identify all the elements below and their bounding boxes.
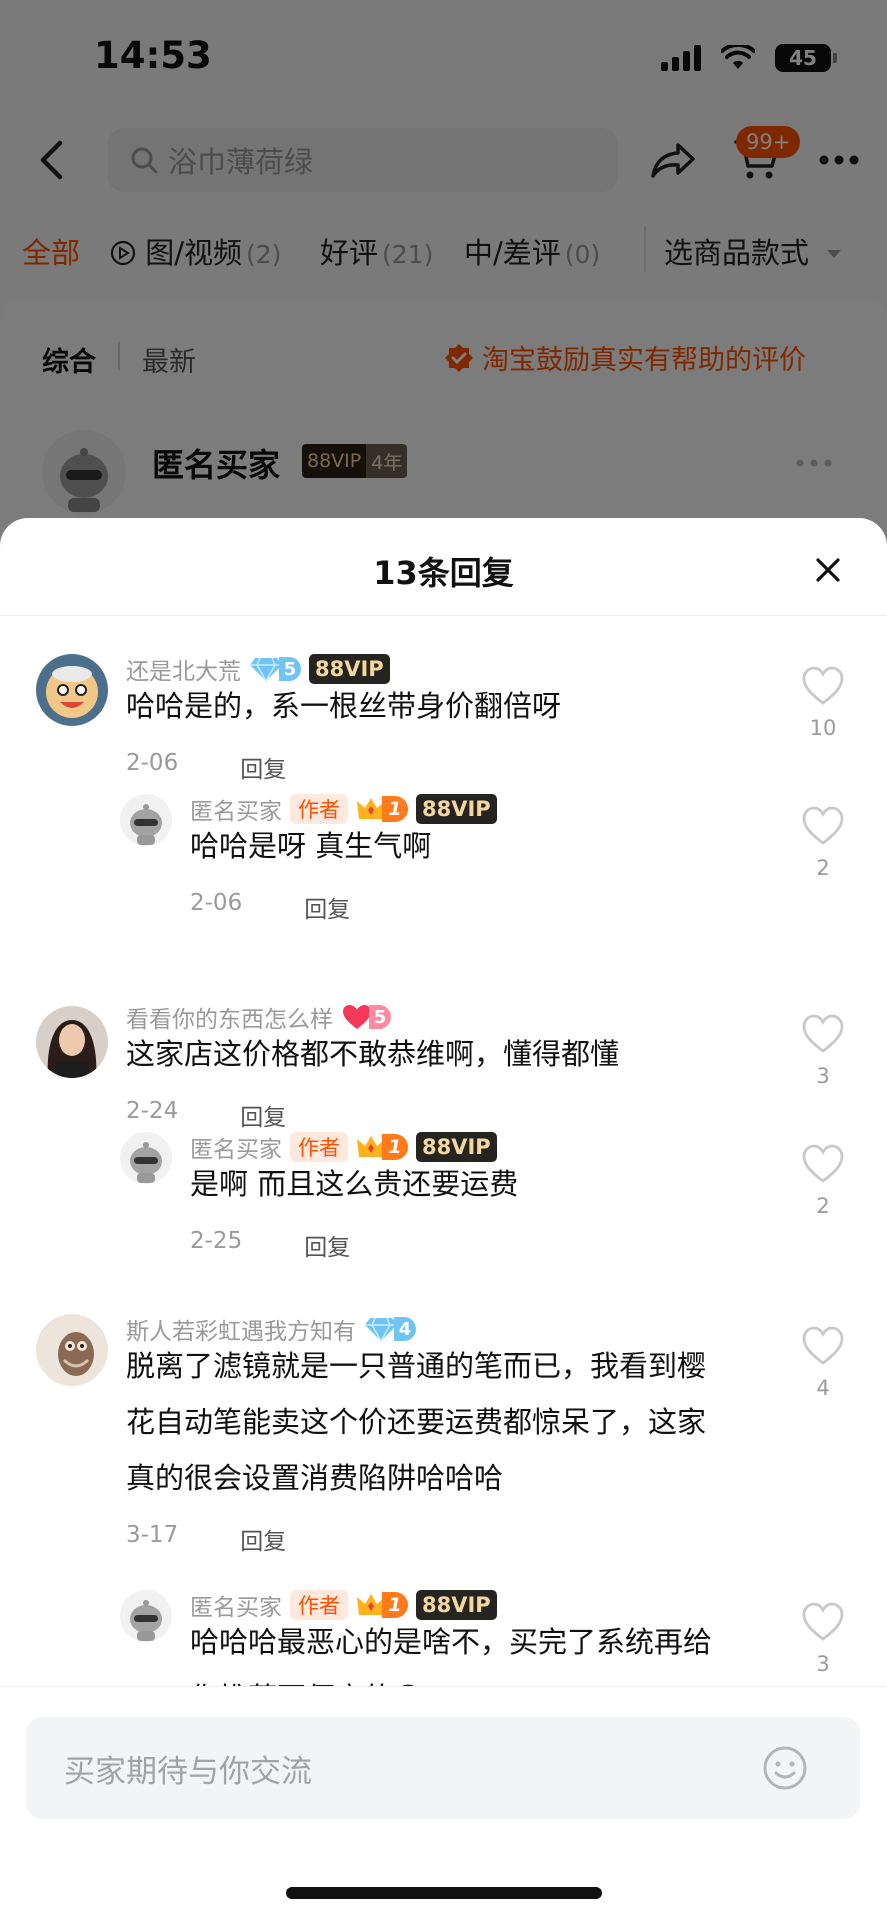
reply-text: 是啊 而且这么贵还要运费 (190, 1167, 519, 1201)
like-button[interactable]: 10 (800, 666, 846, 740)
reply-button[interactable]: 回复 (240, 1522, 286, 1556)
reply-button[interactable]: 回复 (240, 750, 286, 784)
like-button[interactable]: 3 (800, 1014, 846, 1088)
reply-meta: 2-24 回复 (126, 1098, 286, 1132)
like-button[interactable]: 2 (800, 806, 846, 880)
modal-backdrop[interactable] (0, 0, 887, 560)
heart-icon (802, 1602, 844, 1641)
reply-meta: 2-06 回复 (126, 750, 286, 784)
like-button[interactable]: 4 (800, 1326, 846, 1400)
reply-text: 脱离了滤镜就是一只普通的笔而已，我看到樱 花自动笔能卖这个价还要运费都惊呆了，这… (126, 1338, 706, 1506)
like-count: 2 (816, 1194, 830, 1218)
reply-date: 2-25 (190, 1228, 243, 1254)
reply-date: 2-24 (126, 1098, 179, 1124)
like-button[interactable]: 3 (800, 1602, 846, 1676)
like-count: 10 (809, 716, 837, 740)
like-count: 3 (816, 1064, 830, 1088)
sheet-header: 13条回复 (0, 518, 887, 616)
reply-text: 这家店这价格都不敢恭维啊，懂得都懂 (126, 1037, 620, 1071)
reply-date: 2-06 (190, 890, 243, 916)
like-count: 3 (816, 1652, 830, 1676)
author-avatar[interactable] (120, 1590, 172, 1642)
heart-icon (802, 1326, 844, 1365)
user-avatar[interactable] (36, 1314, 108, 1386)
author-avatar[interactable] (120, 1132, 172, 1184)
comment-input[interactable]: 买家期待与你交流 (26, 1717, 860, 1819)
author-avatar[interactable] (120, 794, 172, 846)
reply-text: 哈哈是呀 真生气啊 (190, 829, 432, 863)
heart-icon (802, 806, 844, 845)
replies-sheet: 13条回复 还是北大荒 5 88VIP 哈哈是的，系一根丝带身价翻倍呀 2-06… (0, 518, 887, 1920)
user-avatar[interactable] (36, 654, 108, 726)
heart-icon (802, 1144, 844, 1183)
close-icon (816, 558, 840, 582)
reply-list: 还是北大荒 5 88VIP 哈哈是的，系一根丝带身价翻倍呀 2-06 回复 10 (0, 616, 887, 1706)
reply-button[interactable]: 回复 (304, 890, 350, 924)
heart-icon (802, 666, 844, 705)
like-count: 4 (816, 1376, 830, 1400)
emoji-button[interactable] (754, 1735, 816, 1801)
home-indicator (286, 1887, 602, 1899)
reply-text: 哈哈是的，系一根丝带身价翻倍呀 (126, 689, 562, 723)
comment-input-placeholder: 买家期待与你交流 (64, 1753, 312, 1790)
reply-meta: 2-25 回复 (190, 1228, 350, 1262)
reply-button[interactable]: 回复 (304, 1228, 350, 1262)
reply-meta: 3-17 回复 (126, 1522, 286, 1556)
comment-input-bar: 买家期待与你交流 (0, 1686, 887, 1920)
like-count: 2 (816, 856, 830, 880)
heart-icon (802, 1014, 844, 1053)
user-avatar[interactable] (36, 1006, 108, 1078)
like-button[interactable]: 2 (800, 1144, 846, 1218)
sheet-title: 13条回复 (373, 554, 514, 592)
reply-date: 2-06 (126, 750, 179, 776)
reply-button[interactable]: 回复 (240, 1098, 286, 1132)
reply-text-line: 脱离了滤镜就是一只普通的笔而已，我看到樱 (126, 1349, 707, 1383)
smiley-icon (763, 1746, 807, 1790)
reply-meta: 2-06 回复 (190, 890, 350, 924)
close-button[interactable] (800, 542, 856, 598)
reply-text-line: 哈哈哈最恶心的是啥不，买完了系统再给 (190, 1625, 713, 1659)
reply-text-line: 花自动笔能卖这个价还要运费都惊呆了，这家 (126, 1405, 707, 1439)
reply-date: 3-17 (126, 1522, 179, 1548)
reply-text-line: 真的很会设置消费陷阱哈哈哈 (126, 1461, 504, 1495)
